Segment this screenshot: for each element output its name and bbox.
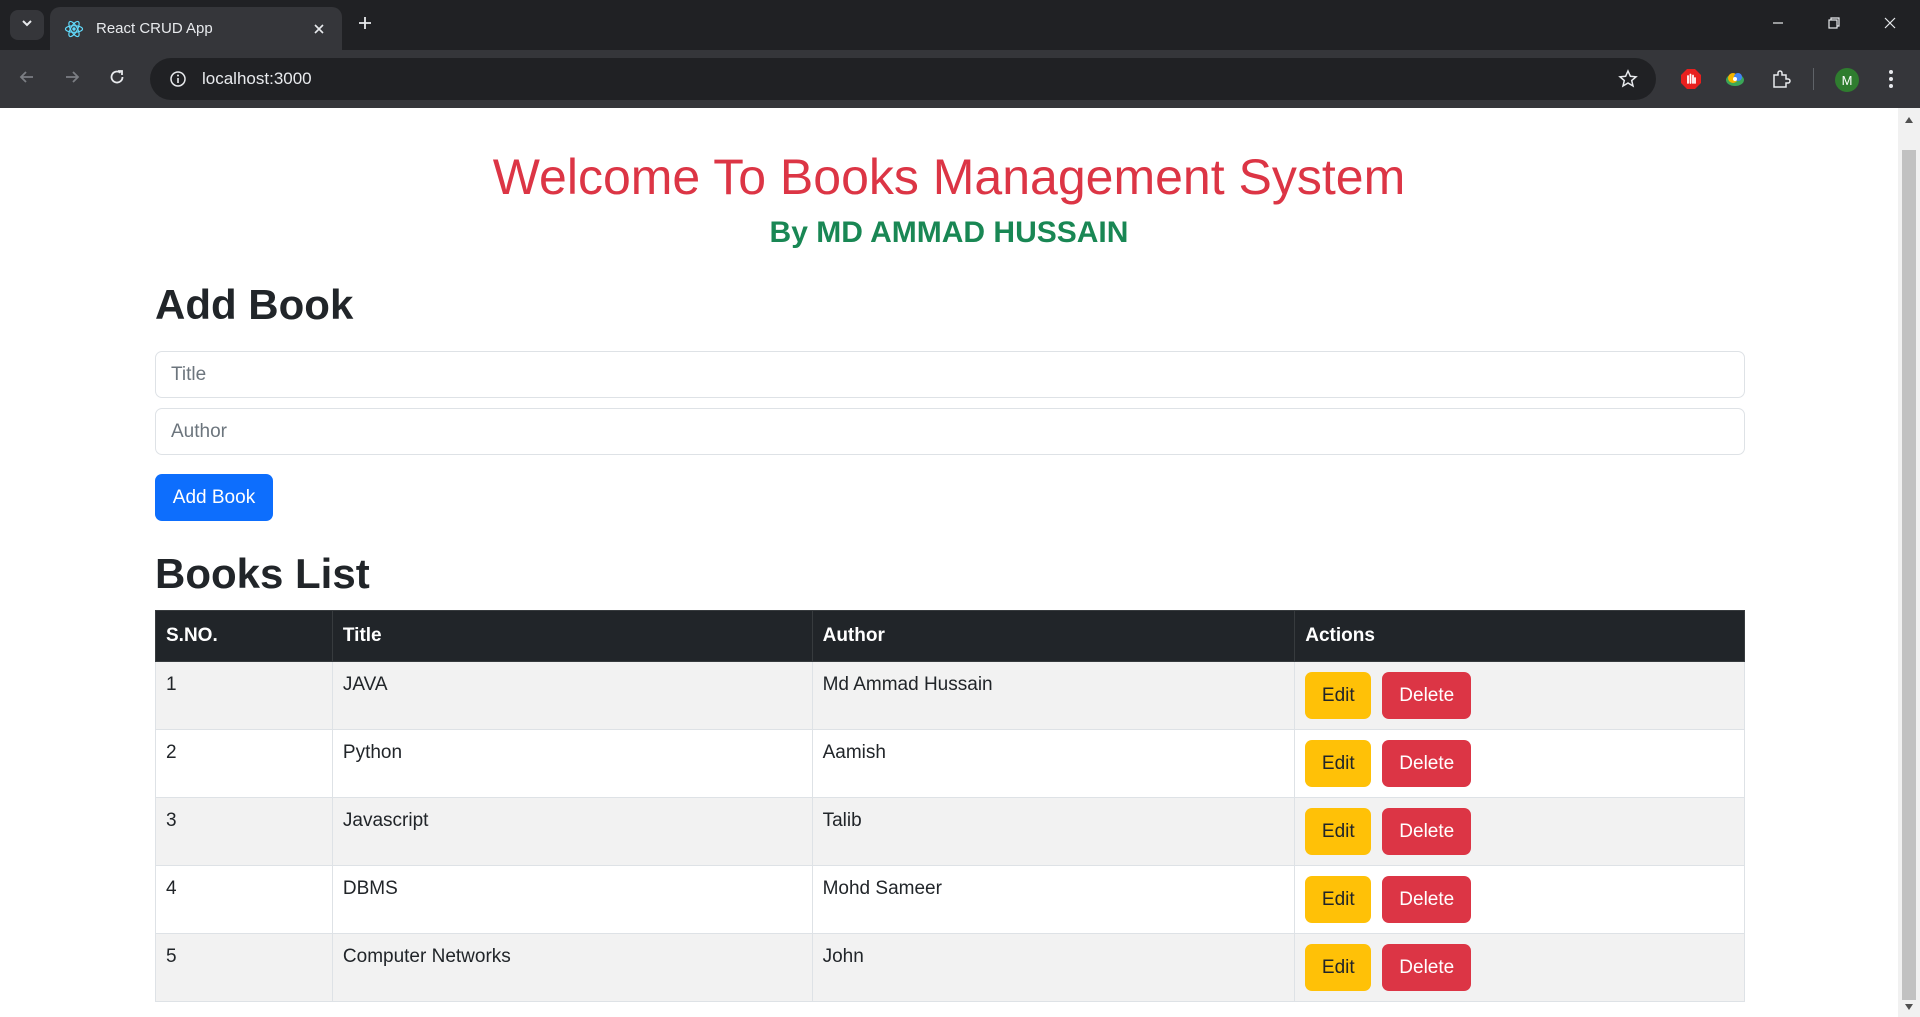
- browser-tab-active[interactable]: React CRUD App: [50, 7, 342, 50]
- toolbar-divider: [1813, 68, 1814, 90]
- edit-button[interactable]: Edit: [1305, 740, 1372, 787]
- cell-actions: Edit Delete: [1294, 661, 1745, 730]
- cell-sno: 5: [155, 933, 333, 1002]
- arrow-left-icon: [18, 68, 36, 91]
- delete-button[interactable]: Delete: [1382, 672, 1472, 719]
- arrow-right-icon: [63, 68, 81, 91]
- address-bar[interactable]: localhost:3000: [150, 58, 1656, 100]
- author-input[interactable]: [155, 408, 1745, 455]
- books-list-heading: Books List: [155, 550, 370, 597]
- url-text: localhost:3000: [202, 69, 312, 88]
- close-window-button[interactable]: [1862, 0, 1918, 50]
- table-row: 2 Python Aamish Edit Delete: [155, 729, 1745, 798]
- cell-title: Python: [331, 729, 813, 798]
- page-subtitle: By MD AMMAD HUSSAIN: [769, 216, 1129, 249]
- header-title: Title: [331, 610, 813, 662]
- restore-icon: [1827, 16, 1841, 35]
- cell-title: JAVA: [331, 661, 813, 730]
- cell-sno: 1: [155, 661, 333, 730]
- info-icon[interactable]: [164, 65, 192, 93]
- edit-button[interactable]: Edit: [1305, 944, 1372, 991]
- chevron-down-icon: [20, 16, 34, 35]
- delete-button[interactable]: Delete: [1382, 808, 1472, 855]
- cell-title: DBMS: [331, 865, 813, 934]
- tab-search-button[interactable]: [10, 10, 44, 40]
- edit-button[interactable]: Edit: [1305, 672, 1372, 719]
- delete-button[interactable]: Delete: [1382, 740, 1472, 787]
- cell-author: Aamish: [811, 729, 1296, 798]
- header-sno: S.NO.: [155, 610, 333, 662]
- restore-button[interactable]: [1806, 0, 1862, 50]
- books-table: S.NO. Title Author Actions 1 JAVA Md Amm…: [155, 610, 1745, 1002]
- extension-color-icon[interactable]: [1719, 63, 1751, 95]
- kebab-menu-icon[interactable]: [1875, 63, 1907, 95]
- puzzle-icon[interactable]: [1765, 63, 1797, 95]
- delete-button[interactable]: Delete: [1382, 876, 1472, 923]
- table-row: 3 Javascript Talib Edit Delete: [155, 797, 1745, 866]
- table-row: 5 Computer Networks John Edit Delete: [155, 933, 1745, 1002]
- cell-sno: 2: [155, 729, 333, 798]
- page-viewport: Welcome To Books Management System By MD…: [0, 108, 1898, 1017]
- page-title: Welcome To Books Management System: [492, 149, 1406, 205]
- table-row: 4 DBMS Mohd Sameer Edit Delete: [155, 865, 1745, 934]
- edit-button[interactable]: Edit: [1305, 808, 1372, 855]
- new-tab-button[interactable]: [352, 12, 378, 38]
- page-scrollbar[interactable]: [1898, 108, 1920, 1017]
- browser-tabstrip: React CRUD App: [0, 0, 1920, 50]
- cell-actions: Edit Delete: [1294, 797, 1745, 866]
- star-icon[interactable]: [1616, 67, 1640, 91]
- edit-button[interactable]: Edit: [1305, 876, 1372, 923]
- back-button[interactable]: [10, 62, 44, 96]
- close-icon[interactable]: [308, 18, 330, 40]
- minimize-icon: [1771, 16, 1785, 35]
- add-book-button[interactable]: Add Book: [155, 474, 273, 521]
- reload-button[interactable]: [100, 62, 134, 96]
- cell-author: John: [811, 933, 1296, 1002]
- cell-author: Mohd Sameer: [811, 865, 1296, 934]
- scroll-thumb[interactable]: [1902, 150, 1916, 1000]
- scroll-up-icon[interactable]: [1903, 114, 1915, 126]
- cell-actions: Edit Delete: [1294, 729, 1745, 798]
- tab-title: React CRUD App: [96, 20, 213, 37]
- cell-sno: 4: [155, 865, 333, 934]
- cell-title: Computer Networks: [331, 933, 813, 1002]
- cell-author: Md Ammad Hussain: [811, 661, 1296, 730]
- add-button-row: Add Book: [155, 474, 1745, 521]
- add-book-form: [155, 351, 1745, 461]
- cell-title: Javascript: [331, 797, 813, 866]
- adblock-icon[interactable]: [1675, 63, 1707, 95]
- react-icon: [64, 19, 84, 39]
- browser-toolbar: localhost:3000: [0, 50, 1920, 108]
- cell-sno: 3: [155, 797, 333, 866]
- cell-actions: Edit Delete: [1294, 933, 1745, 1002]
- header-actions: Actions: [1294, 610, 1745, 662]
- scroll-down-icon[interactable]: [1903, 1001, 1915, 1013]
- table-header-row: S.NO. Title Author Actions: [155, 610, 1745, 662]
- header-author: Author: [811, 610, 1296, 662]
- table-row: 1 JAVA Md Ammad Hussain Edit Delete: [155, 661, 1745, 730]
- minimize-button[interactable]: [1750, 0, 1806, 50]
- title-input[interactable]: [155, 351, 1745, 398]
- close-icon: [1883, 16, 1897, 35]
- reload-icon: [108, 68, 126, 91]
- delete-button[interactable]: Delete: [1382, 944, 1472, 991]
- avatar[interactable]: M: [1835, 68, 1859, 92]
- forward-button[interactable]: [55, 62, 89, 96]
- plus-icon: [357, 15, 373, 36]
- add-book-heading: Add Book: [155, 281, 354, 328]
- cell-actions: Edit Delete: [1294, 865, 1745, 934]
- cell-author: Talib: [811, 797, 1296, 866]
